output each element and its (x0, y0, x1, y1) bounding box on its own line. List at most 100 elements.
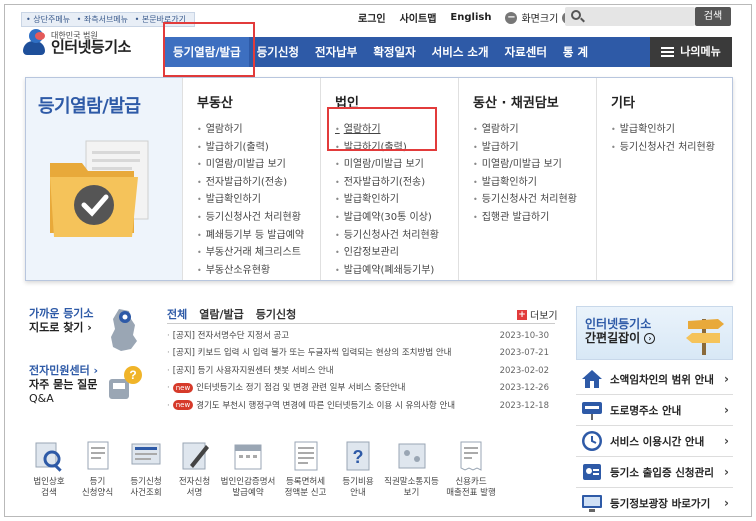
my-menu-label: 나의메뉴 (680, 45, 721, 58)
skip-link-sub-menu[interactable]: • 좌측서브메뉴 (77, 15, 128, 24)
english-link[interactable]: English (450, 12, 491, 23)
signpost-icon (686, 319, 724, 355)
calendar-icon (234, 444, 262, 470)
quick-fee-guide[interactable]: ? 등기비용 안내 (334, 439, 382, 499)
quick-e-signature[interactable]: 전자신청 서명 (171, 439, 219, 499)
svg-text:?: ? (353, 447, 364, 467)
menu-item[interactable]: 발급하기(출력) (197, 139, 320, 157)
menu-item[interactable]: 발급확인하기 (611, 121, 732, 139)
utility-bar: 로그인 사이트맵 English − 화면크기 + (358, 10, 575, 25)
menu-item[interactable]: 부동산소유현황 (197, 262, 320, 280)
hamburger-icon (661, 47, 675, 57)
search-input[interactable] (565, 7, 695, 26)
notice-item[interactable]: · new 인터넷등기소 정기 점검 및 변경 관련 일부 서비스 중단안내 2023… (167, 380, 553, 397)
menu-item[interactable]: 폐쇄등기부 등 발급예약 (197, 227, 320, 245)
notice-list: · [공지] 전자서명수단 지정서 공고 2023-10-30 · [공지] 키보드 … (167, 328, 553, 415)
menu-heading-real-estate: 부동산 (197, 96, 233, 111)
notice-item[interactable]: · new 경기도 부천시 행정구역 변경에 따른 인터넷등기소 이용 시 유의사항… (167, 398, 553, 415)
easy-guide-banner[interactable]: 인터넷등기소 간편길잡이 › (576, 306, 733, 360)
menu-item[interactable]: 발급예약(폐쇄등기부) (335, 262, 458, 280)
nav-item-registration[interactable]: 등기신청 (249, 37, 307, 67)
menu-item[interactable]: 발급확인하기 (335, 191, 458, 209)
menu-item[interactable]: 등기신청사건 처리현황 (335, 227, 458, 245)
id-card-icon (583, 464, 601, 480)
menu-column-movable-property: 동산 · 채권담보 열람하기 발급하기 미열람/미발급 보기 발급확인하기 등기… (458, 78, 596, 280)
service-small-tenant[interactable]: 소액임차인의 범위 안내 › (576, 364, 733, 395)
faq-label: 자주 묻는 질문 (29, 378, 98, 391)
notice-item[interactable]: · [공지] 전자서명수단 지정서 공고 2023-10-30 (167, 328, 553, 345)
menu-item[interactable]: 등기신청사건 처리현황 (473, 191, 596, 209)
highlight-box-menu (327, 107, 437, 151)
menu-item[interactable]: 미열람/미발급 보기 (473, 156, 596, 174)
svg-text:?: ? (129, 368, 136, 382)
tab-view-issue[interactable]: 열람/발급 (199, 306, 244, 322)
menu-item[interactable]: 전자발급하기(전송) (197, 174, 320, 192)
menu-item[interactable]: 발급확인하기 (473, 174, 596, 192)
quick-cancel-notice[interactable]: 직권말소통지등 보기 (383, 439, 441, 499)
guide-subtitle: 간편길잡이 (585, 331, 641, 345)
menu-item[interactable]: 발급하기 (473, 139, 596, 157)
quick-corp-name-search[interactable]: 법인상호 검색 (25, 439, 73, 499)
menu-item[interactable]: 발급확인하기 (197, 191, 320, 209)
monitor-icon (582, 495, 602, 512)
skip-link-top-menu[interactable]: • 상단주메뉴 (26, 15, 70, 24)
more-label: 더보기 (530, 311, 558, 322)
guide-title: 인터넷등기소 (585, 317, 652, 331)
browser-frame: • 상단주메뉴 • 좌측서브메뉴 • 본문바로가기 로그인 사이트맵 Engli… (4, 4, 752, 517)
my-menu-button[interactable]: 나의메뉴 (650, 37, 732, 67)
service-hours[interactable]: 서비스 이용시간 안내 › (576, 426, 733, 457)
notice-text: [공지] 등기 사용자지원센터 챗봇 서비스 안내 (172, 365, 334, 376)
tab-all[interactable]: 전체 (167, 306, 187, 322)
menu-item[interactable]: 미열람/미발급 보기 (197, 156, 320, 174)
notice-board-icon (398, 443, 425, 469)
menu-item[interactable]: 전자발급하기(전송) (335, 174, 458, 192)
receipt-icon (460, 441, 482, 471)
new-badge: new (172, 400, 194, 411)
menu-item[interactable]: 등기신청사건 처리현황 (611, 139, 732, 157)
nav-item-data-center[interactable]: 자료센터 (497, 37, 555, 67)
menu-item[interactable]: 발급예약(30통 이상) (335, 209, 458, 227)
menu-item[interactable]: 부동산거래 체크리스트 (197, 244, 320, 262)
mega-menu-title: 등기열람/발급 (38, 96, 141, 117)
service-access-pass[interactable]: 등기소 출입증 신청관리 › (576, 457, 733, 488)
menu-item[interactable]: 집행관 발급하기 (473, 209, 596, 227)
sitemap-link[interactable]: 사이트맵 (400, 10, 437, 25)
service-info-plaza[interactable]: 등기정보광장 바로가기 › (576, 488, 733, 516)
nav-item-statistics[interactable]: 통 계 (555, 37, 596, 67)
chevron-right-icon: › (724, 496, 729, 510)
quick-seal-certificate[interactable]: 법인인감증명서 발급예약 (219, 439, 277, 499)
login-link[interactable]: 로그인 (358, 10, 386, 25)
logo-title: 인터넷등기소 (51, 37, 131, 56)
search-button[interactable]: 검색 (695, 7, 731, 26)
menu-item[interactable]: 등기신청사건 처리현황 (197, 209, 320, 227)
quick-card-receipt[interactable]: 신용카드 매출전표 발행 (441, 439, 501, 499)
notice-item[interactable]: · [공지] 키보드 입력 시 입력 불가 또는 두글자씩 입력되는 현상의 조치… (167, 345, 553, 362)
menu-item[interactable]: 열람하기 (197, 121, 320, 139)
notice-tabs: 전체 열람/발급 등기신청 (167, 306, 296, 322)
font-decrease-button[interactable]: − (505, 11, 518, 24)
more-link[interactable]: + 더보기 (517, 307, 558, 322)
quick-case-inquiry[interactable]: 등기신청 사건조회 (122, 439, 170, 499)
nav-item-fixed-date[interactable]: 확정일자 (365, 37, 423, 67)
court-logo-icon (23, 29, 47, 57)
tab-registration[interactable]: 등기신청 (256, 306, 296, 322)
chevron-right-icon: › (724, 434, 729, 448)
menu-item[interactable]: 인감정보관리 (335, 244, 458, 262)
clock-icon (582, 431, 602, 451)
quick-license-tax[interactable]: 등록면허세 정액분 신고 (278, 439, 334, 499)
nav-item-service-intro[interactable]: 서비스 소개 (424, 37, 497, 67)
site-logo[interactable]: 대한민국 법원 인터넷등기소 (23, 29, 131, 57)
chevron-right-icon: › (724, 465, 729, 479)
nearby-registry-link[interactable]: 가까운 등기소 지도로 찾기 › (29, 307, 94, 335)
menu-item[interactable]: 미열람/미발급 보기 (335, 156, 458, 174)
quick-forms[interactable]: 등기 신청양식 (74, 439, 122, 499)
e-civil-center-link[interactable]: 전자민원센터 › 자주 묻는 질문 Q&A (29, 364, 98, 406)
notice-item[interactable]: · [공지] 등기 사용자지원센터 챗봇 서비스 안내 2023-02-02 (167, 363, 553, 380)
menu-item[interactable]: 열람하기 (473, 121, 596, 139)
notice-text: [공지] 키보드 입력 시 입력 불가 또는 두글자씩 입력되는 현상의 조치방… (172, 348, 452, 359)
menu-column-real-estate: 부동산 열람하기 발급하기(출력) 미열람/미발급 보기 전자발급하기(전송) … (182, 78, 320, 280)
quick-menu: 법인상호 검색 등기 신청양식 등기신청 사건조회 전자신청 서명 법인인감증명서 발급예… (25, 439, 555, 499)
question-doc-icon: ? (346, 441, 370, 471)
service-road-address[interactable]: 도로명주소 안내 › (576, 395, 733, 426)
nav-item-e-payment[interactable]: 전자납부 (307, 37, 365, 67)
